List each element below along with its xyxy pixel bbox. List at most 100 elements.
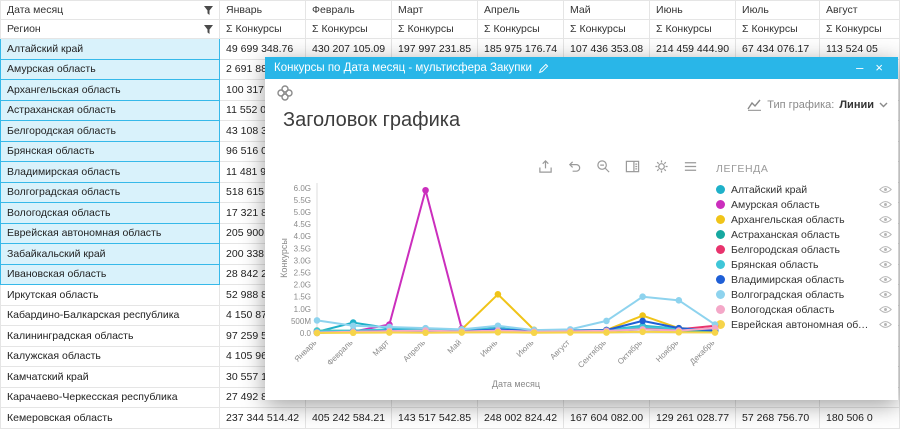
legend-item[interactable]: Владимирская область <box>716 272 892 287</box>
month-header[interactable]: Август <box>820 1 900 20</box>
legend-item[interactable]: Алтайский край <box>716 182 892 197</box>
undo-icon[interactable] <box>567 159 582 174</box>
region-cell[interactable]: Волгоградская область <box>1 182 220 203</box>
zoom-out-icon[interactable] <box>596 159 611 174</box>
region-cell[interactable]: Забайкальский край <box>1 244 220 265</box>
region-cell[interactable]: Ивановская область <box>1 264 220 285</box>
value-cell[interactable]: 430 207 105.09 <box>306 39 392 60</box>
export-icon[interactable] <box>538 159 553 174</box>
region-cell[interactable]: Кабардино-Балкарская республика <box>1 305 220 326</box>
region-cell[interactable]: Белгородская область <box>1 121 220 142</box>
region-cell[interactable]: Астраханская область <box>1 100 220 121</box>
month-header[interactable]: Июнь <box>650 1 736 20</box>
eye-icon[interactable] <box>879 275 892 284</box>
eye-icon[interactable] <box>879 215 892 224</box>
value-cell[interactable]: 57 268 756.70 <box>736 408 820 429</box>
value-cell[interactable]: 185 975 176.74 <box>478 39 564 60</box>
svg-text:500M: 500M <box>291 317 311 326</box>
region-cell[interactable]: Калужская область <box>1 346 220 367</box>
measure-header[interactable]: Σ Конкурсы <box>736 20 820 39</box>
legend-item[interactable]: Еврейская автономная область <box>716 317 892 332</box>
dialog-titlebar[interactable]: Конкурсы по Дата месяц - мультисфера Зак… <box>265 57 898 79</box>
month-header[interactable]: Май <box>564 1 650 20</box>
month-header[interactable]: Февраль <box>306 1 392 20</box>
eye-icon[interactable] <box>879 260 892 269</box>
value-cell[interactable]: 180 506 0 <box>820 408 900 429</box>
column-header-region[interactable]: Регион <box>1 20 220 39</box>
minimize-button[interactable]: – <box>850 57 869 79</box>
measure-header[interactable]: Σ Конкурсы <box>650 20 736 39</box>
region-cell[interactable]: Кемеровская область <box>1 408 220 429</box>
filter-icon[interactable] <box>204 6 213 15</box>
value-cell[interactable]: 405 242 584.21 <box>306 408 392 429</box>
month-header[interactable]: Январь <box>220 1 306 20</box>
value-cell[interactable]: 107 436 353.08 <box>564 39 650 60</box>
value-cell[interactable]: 167 604 082.00 <box>564 408 650 429</box>
measure-header[interactable]: Σ Конкурсы <box>820 20 900 39</box>
svg-text:Декабрь: Декабрь <box>688 338 716 366</box>
legend-items: Алтайский край Амурская областьАрхангельс… <box>716 182 892 332</box>
value-cell[interactable]: 129 261 028.77 <box>650 408 736 429</box>
measure-header[interactable]: Σ Конкурсы <box>306 20 392 39</box>
svg-text:Октябрь: Октябрь <box>616 338 644 366</box>
close-button[interactable]: × <box>869 57 889 79</box>
eye-icon[interactable] <box>879 245 892 254</box>
edit-title-icon[interactable] <box>538 63 549 74</box>
svg-text:2.0G: 2.0G <box>294 281 311 290</box>
list-icon[interactable] <box>683 159 698 174</box>
measure-header[interactable]: Σ Конкурсы <box>392 20 478 39</box>
legend-label: Амурская область <box>731 199 873 211</box>
eye-icon[interactable] <box>879 305 892 314</box>
chart-type-selector[interactable]: Тип графика: Линии <box>747 99 888 111</box>
line-chart[interactable]: 0.0500M1.0G1.5G2.0G2.5G3.0G3.5G4.0G4.5G5… <box>275 175 735 397</box>
legend-item[interactable]: Волгоградская область <box>716 287 892 302</box>
legend-item[interactable]: Архангельская область <box>716 212 892 227</box>
value-cell[interactable]: 214 459 444.90 <box>650 39 736 60</box>
svg-text:Сентябрь: Сентябрь <box>576 338 608 370</box>
month-header[interactable]: Март <box>392 1 478 20</box>
legend-item[interactable]: Амурская область <box>716 197 892 212</box>
value-cell[interactable]: 67 434 076.17 <box>736 39 820 60</box>
column-header-date-month[interactable]: Дата месяц <box>1 1 220 20</box>
gear-icon[interactable] <box>654 159 669 174</box>
legend-item[interactable]: Вологодская область <box>716 302 892 317</box>
region-cell[interactable]: Алтайский край <box>1 39 220 60</box>
svg-text:4.0G: 4.0G <box>294 232 311 241</box>
region-cell[interactable]: Архангельская область <box>1 80 220 101</box>
region-cell[interactable]: Еврейская автономная область <box>1 223 220 244</box>
value-cell[interactable]: 237 344 514.42 <box>220 408 306 429</box>
legend-item[interactable]: Белгородская область <box>716 242 892 257</box>
region-cell[interactable]: Владимирская область <box>1 162 220 183</box>
region-cell[interactable]: Калининградская область <box>1 326 220 347</box>
measure-header[interactable]: Σ Конкурсы <box>478 20 564 39</box>
region-cell[interactable]: Брянская область <box>1 141 220 162</box>
table-panel-icon[interactable] <box>625 159 640 174</box>
filter-icon[interactable] <box>204 25 213 34</box>
eye-icon[interactable] <box>879 200 892 209</box>
value-cell[interactable]: 143 517 542.85 <box>392 408 478 429</box>
measure-header[interactable]: Σ Конкурсы <box>220 20 306 39</box>
legend-item[interactable]: Брянская область <box>716 257 892 272</box>
value-cell[interactable]: 248 002 824.42 <box>478 408 564 429</box>
legend-panel: ЛЕГЕНДА Алтайский крайАмурская областьАр… <box>716 163 892 332</box>
table-row: Кемеровская область237 344 514.42405 242… <box>1 408 900 429</box>
chevron-down-icon <box>879 102 888 108</box>
measure-header[interactable]: Σ Конкурсы <box>564 20 650 39</box>
eye-icon[interactable] <box>879 290 892 299</box>
region-cell[interactable]: Амурская область <box>1 59 220 80</box>
value-cell[interactable]: 49 699 348.76 <box>220 39 306 60</box>
svg-text:Июль: Июль <box>515 338 536 359</box>
eye-icon[interactable] <box>879 230 892 239</box>
eye-icon[interactable] <box>879 185 892 194</box>
legend-item[interactable]: Астраханская область <box>716 227 892 242</box>
eye-icon[interactable] <box>879 320 892 329</box>
region-cell[interactable]: Камчатский край <box>1 367 220 388</box>
region-cell[interactable]: Иркутская область <box>1 285 220 306</box>
value-cell[interactable]: 113 524 05 <box>820 39 900 60</box>
line-chart-icon <box>747 99 762 111</box>
region-cell[interactable]: Карачаево-Черкесская республика <box>1 387 220 408</box>
month-header[interactable]: Июль <box>736 1 820 20</box>
region-cell[interactable]: Вологодская область <box>1 203 220 224</box>
month-header[interactable]: Апрель <box>478 1 564 20</box>
value-cell[interactable]: 197 997 231.85 <box>392 39 478 60</box>
